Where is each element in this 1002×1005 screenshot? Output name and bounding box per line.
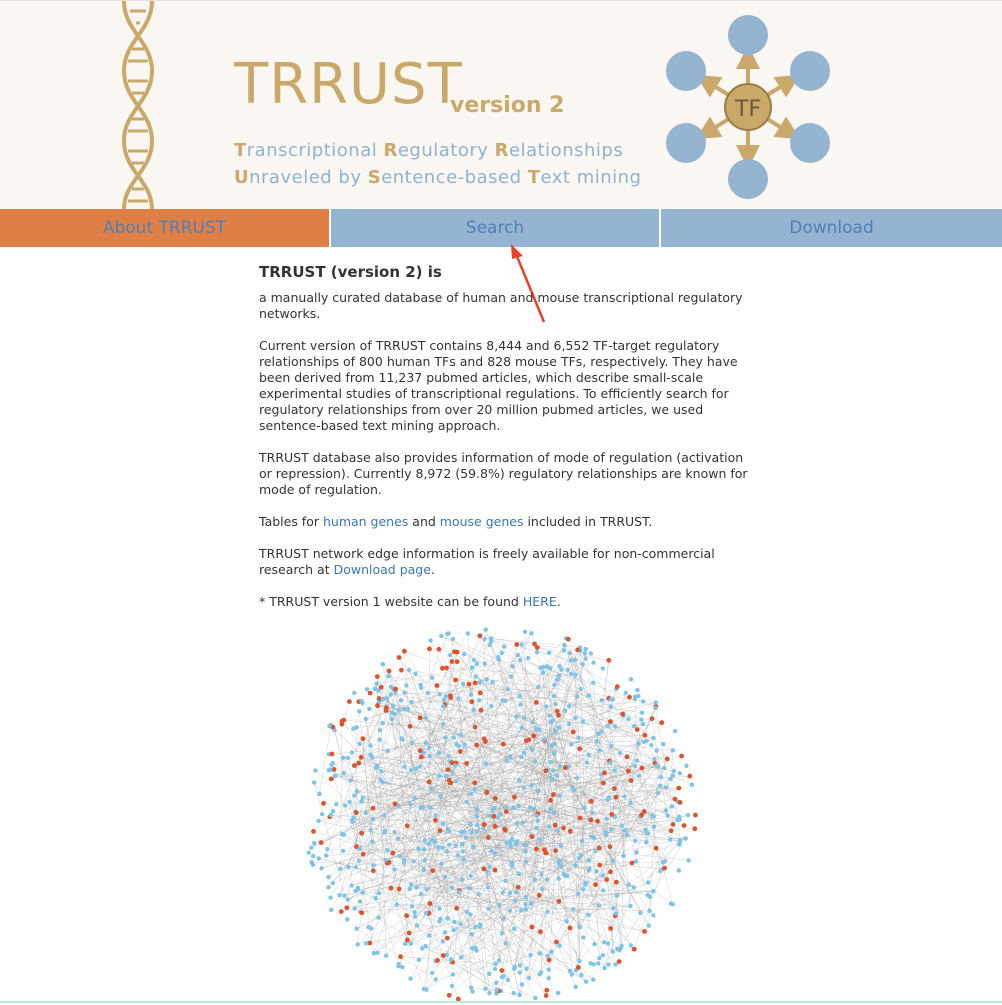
tf-network-logo: TF [666, 15, 830, 199]
dna-helix-logo [121, 1, 155, 209]
tagline-line-1: Transcriptional Regulatory Relationships [234, 140, 624, 161]
page-heading: TRRUST (version 2) is [259, 263, 442, 281]
mouse-genes-link[interactable]: mouse genes [440, 514, 524, 529]
network-availability-paragraph: TRRUST network edge information is freel… [259, 546, 715, 577]
intro-paragraph: a manually curated database of human and… [259, 290, 743, 321]
regulatory-network-image [306, 627, 698, 1002]
main-content: TRRUST (version 2) is a manually curated… [259, 264, 759, 626]
site-title: TRRUST [234, 52, 463, 117]
site-version: version 2 [450, 93, 565, 118]
version-1-here-link[interactable]: HERE [523, 594, 557, 609]
nav-tab-search[interactable]: Search [331, 209, 659, 247]
site-header: TRRUST version 2 Transcriptional Regulat… [0, 0, 1002, 209]
version-1-paragraph: * TRRUST version 1 website can be found … [259, 594, 561, 609]
mode-of-regulation-paragraph: TRRUST database also provides informatio… [259, 450, 748, 497]
nav-tab-about[interactable]: About TRRUST [0, 209, 329, 247]
human-genes-link[interactable]: human genes [323, 514, 408, 529]
tables-paragraph: Tables for human genes and mouse genes i… [259, 514, 653, 529]
current-version-paragraph: Current version of TRRUST contains 8,444… [259, 338, 738, 433]
tagline-line-2: Unraveled by Sentence-based Text mining [234, 167, 642, 188]
footer-divider [0, 1001, 1002, 1003]
nav-tab-download[interactable]: Download [661, 209, 1002, 247]
tf-logo-label: TF [734, 97, 761, 122]
download-page-link[interactable]: Download page [334, 562, 431, 577]
